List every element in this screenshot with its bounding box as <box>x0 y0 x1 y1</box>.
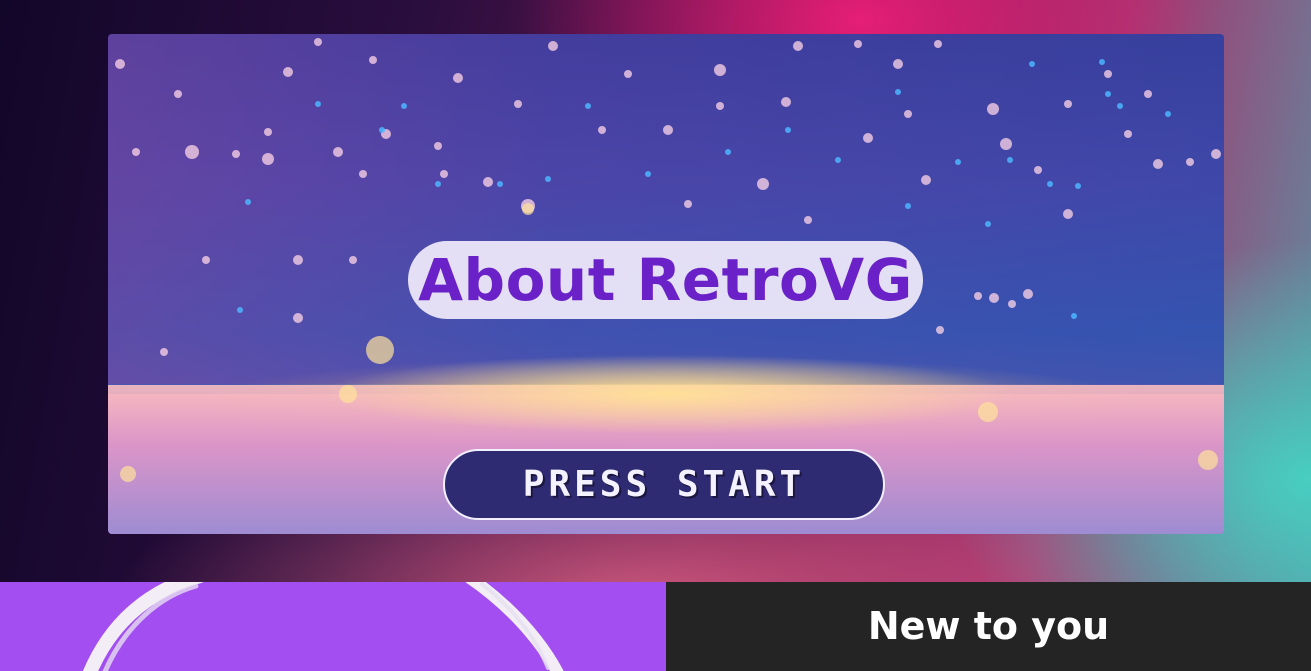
new-to-you-section: New to you <box>666 582 1311 671</box>
press-start-button[interactable]: PRESS START <box>443 449 885 520</box>
press-start-label: PRESS START <box>522 464 806 505</box>
page-title: About RetroVG <box>418 246 913 314</box>
brush-circle-icon <box>82 582 564 671</box>
hero-banner: About RetroVG PRESS START <box>108 34 1224 534</box>
section-heading: New to you <box>867 604 1110 648</box>
about-title-pill: About RetroVG <box>408 241 923 319</box>
feature-panel-left <box>0 582 666 671</box>
